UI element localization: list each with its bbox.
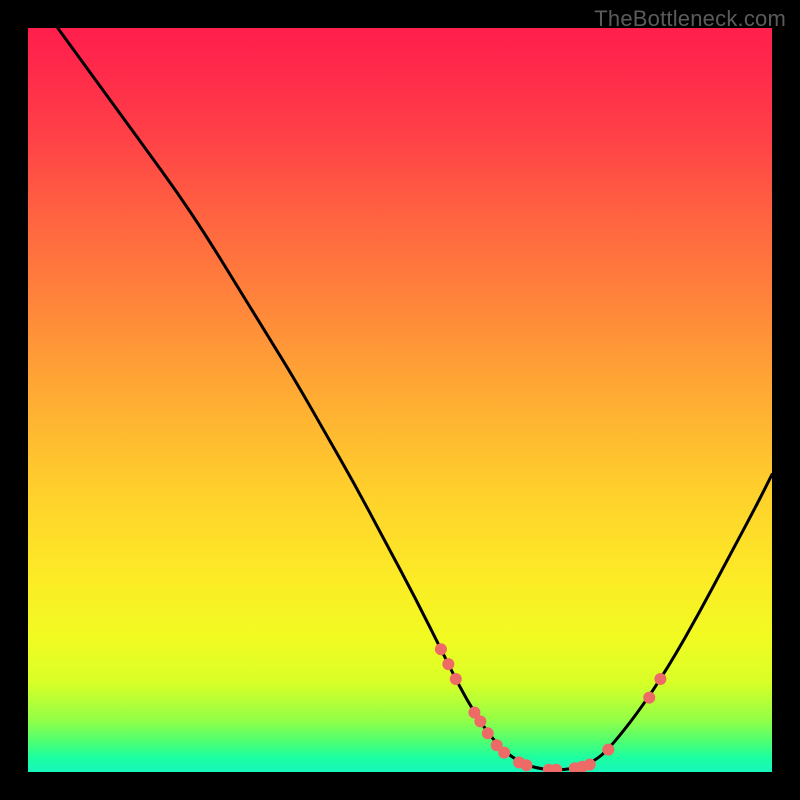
curve-layer (28, 28, 772, 772)
data-point (442, 658, 454, 670)
data-point (498, 747, 510, 759)
data-point (520, 759, 532, 771)
watermark-source: TheBottleneck.com (594, 6, 786, 32)
bottleneck-curve (58, 28, 772, 770)
data-point (602, 744, 614, 756)
data-point (643, 692, 655, 704)
data-point (654, 673, 666, 685)
data-point (482, 727, 494, 739)
data-point (474, 715, 486, 727)
chart-area (28, 28, 772, 772)
data-point (450, 673, 462, 685)
data-point (584, 759, 596, 771)
data-point (435, 643, 447, 655)
